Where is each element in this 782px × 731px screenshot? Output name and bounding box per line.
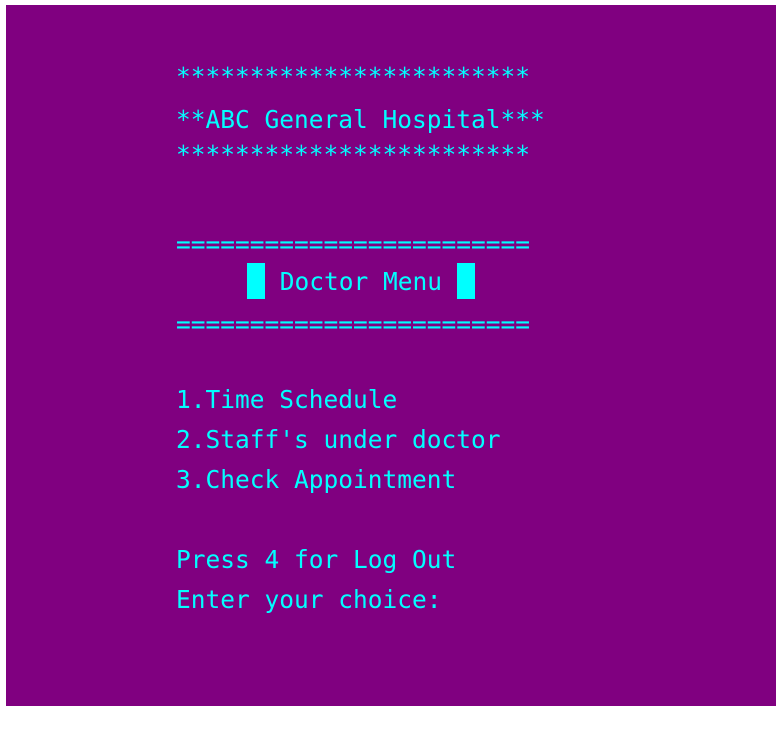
menu-option-staff-under-doctor: 2.Staff's under doctor xyxy=(176,425,501,454)
choice-prompt[interactable]: Enter your choice: xyxy=(176,583,442,617)
menu-title: Doctor Menu xyxy=(247,262,475,302)
console-window: ************************ **ABC General H… xyxy=(6,5,776,706)
banner-top-border: ************************ xyxy=(176,62,531,91)
logout-hint: Press 4 for Log Out xyxy=(176,545,457,574)
menu-title-text: Doctor Menu xyxy=(279,267,443,296)
banner-bottom-border: ************************ xyxy=(176,140,531,169)
cursor-block-right xyxy=(456,263,475,299)
hospital-title: **ABC General Hospital*** xyxy=(176,105,545,134)
menu-option-check-appointment: 3.Check Appointment xyxy=(176,465,457,494)
cursor-block-left xyxy=(247,263,265,299)
menu-option-time-schedule: 1.Time Schedule xyxy=(176,385,398,414)
menu-bottom-rule: ======================== xyxy=(176,310,531,339)
menu-top-rule: ======================== xyxy=(176,230,531,259)
